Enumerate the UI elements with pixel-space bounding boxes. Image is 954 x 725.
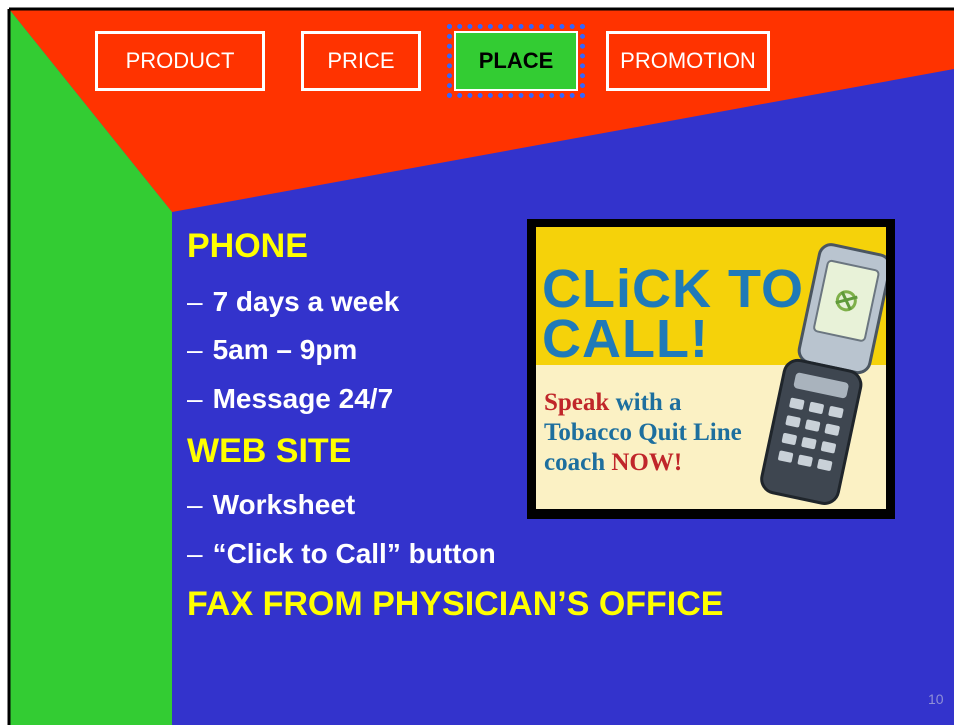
phone-item-label: 5am – 9pm [212, 334, 358, 365]
tab-promotion[interactable]: PROMOTION [606, 31, 770, 91]
ad-subtext-line2: Tobacco Quit Line [544, 419, 742, 446]
phone-heading: PHONE [187, 227, 308, 265]
phone-item: –5am – 9pm [187, 334, 357, 366]
page-number: 10 [928, 691, 944, 707]
web-item: – “Click to Call” button [187, 538, 496, 570]
bullet-dash: – [187, 286, 203, 317]
ad-subtext-line1: Speak with a [544, 389, 682, 417]
ad-coach-word: coach [544, 449, 612, 476]
fax-heading: FAX FROM PHYSICIAN’S OFFICE [187, 585, 724, 623]
ad-subtext-line3: coach NOW! [544, 449, 682, 477]
phone-item-label: Message 24/7 [212, 383, 394, 414]
tab-product[interactable]: PRODUCT [95, 31, 265, 91]
ad-headline-line2: CALL! [542, 309, 709, 369]
click-to-call-ad[interactable]: CLiCK TO CALL! Speak with a Tobacco Quit… [527, 219, 895, 519]
bullet-dash: – [187, 334, 203, 365]
phone-item: – Message 24/7 [187, 383, 393, 415]
ad-now-word: NOW! [611, 449, 683, 476]
bullet-dash: – [187, 538, 203, 569]
bullet-dash: – [187, 489, 203, 520]
web-item-label: Worksheet [212, 489, 356, 520]
ad-panel: CLiCK TO CALL! Speak with a Tobacco Quit… [536, 227, 886, 509]
slide: PRODUCT PRICE PLACE PROMOTION PHONE –7 d… [0, 0, 954, 725]
web-item-label: “Click to Call” button [212, 538, 496, 569]
tab-place[interactable]: PLACE [447, 24, 585, 98]
web-item: – Worksheet [187, 489, 355, 521]
web-heading: WEB SITE [187, 432, 352, 470]
ad-with-a: with a [609, 389, 682, 416]
tab-price[interactable]: PRICE [301, 31, 421, 91]
phone-item-label: 7 days a week [212, 286, 400, 317]
bullet-dash: – [187, 383, 203, 414]
phone-item: –7 days a week [187, 286, 399, 318]
ad-speak-word: Speak [544, 389, 610, 416]
cell-phone-icon [760, 243, 886, 505]
